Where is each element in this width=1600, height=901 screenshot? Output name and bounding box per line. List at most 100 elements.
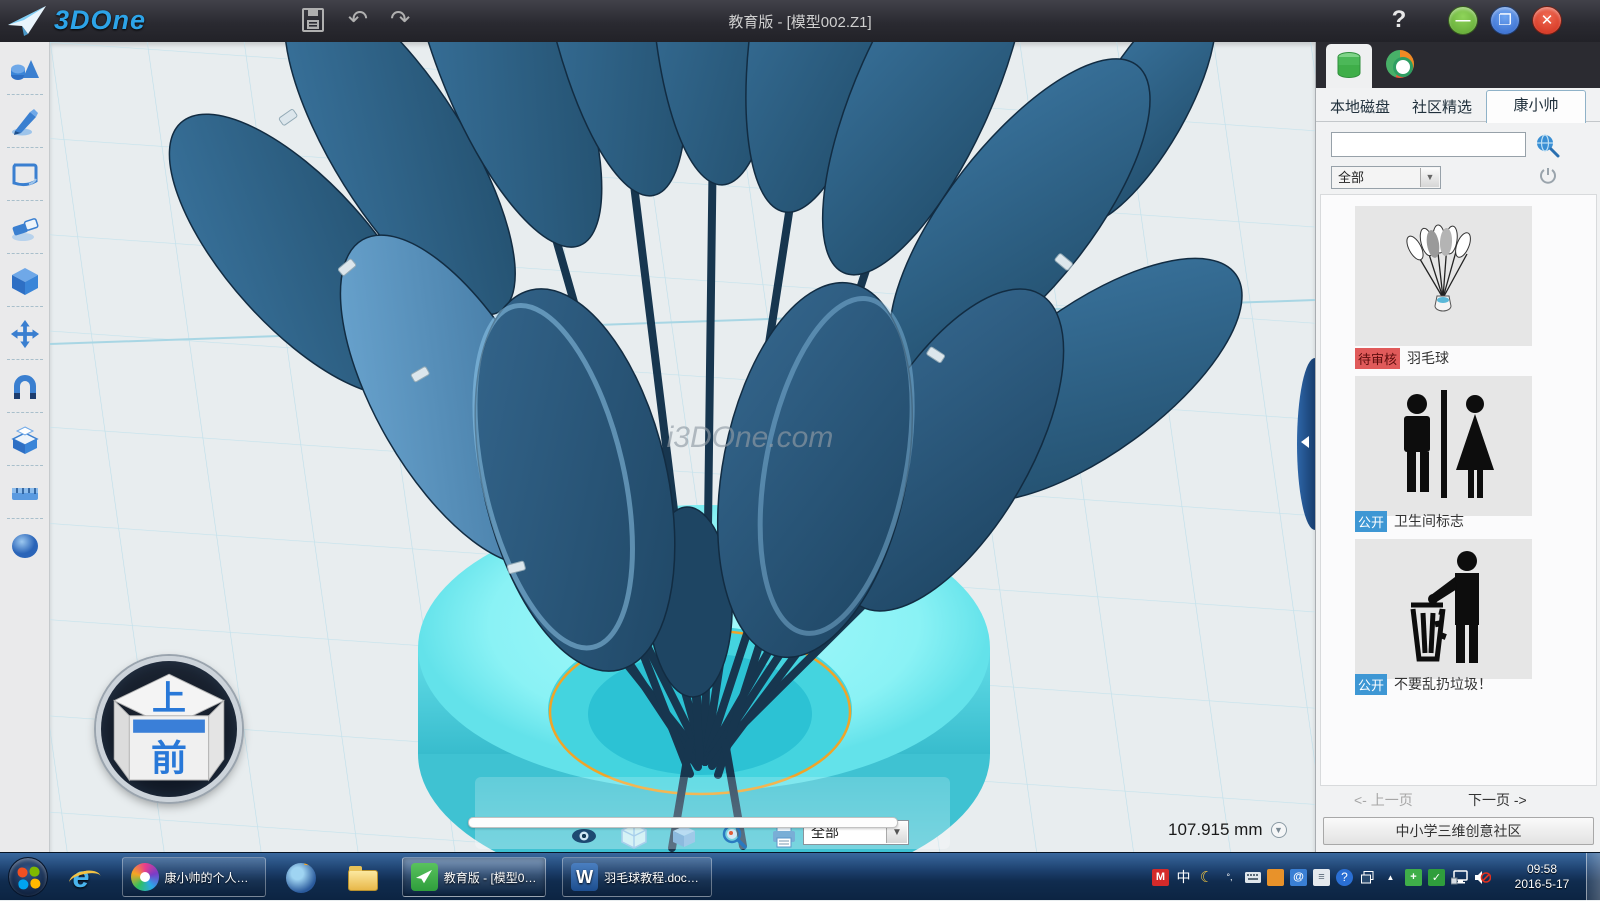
surface-icon [9, 160, 41, 190]
model-thumbnail-no-litter[interactable] [1355, 539, 1532, 679]
measurement-unit-toggle[interactable]: ▼ [1271, 822, 1287, 838]
prev-page-button[interactable]: <- 上一页 [1354, 790, 1413, 810]
maximize-button[interactable]: ❐ [1490, 6, 1520, 35]
model-thumbnail-shuttlecock[interactable] [1355, 206, 1532, 346]
pinwheel-browser-icon [131, 863, 159, 891]
refresh-power-icon[interactable] [1538, 166, 1558, 186]
viewport-scrollbar[interactable] [468, 817, 898, 828]
primitives-tool-button[interactable] [0, 42, 50, 95]
tray-shield-plus-icon[interactable]: + [1405, 869, 1422, 886]
move-tool-button[interactable] [0, 307, 50, 360]
search-globe-icon[interactable] [1534, 132, 1560, 158]
measurement-value: 107.915 mm [1168, 820, 1263, 840]
tray-restore-icon[interactable] [1359, 869, 1376, 886]
help-button[interactable]: ? [1386, 6, 1412, 34]
taskbar-personal-space[interactable]: 康小帅的个人创... [122, 857, 266, 897]
render-tool-button[interactable] [0, 519, 50, 572]
clock-date: 2016-5-17 [1503, 877, 1581, 892]
volume-muted-icon[interactable] [1474, 869, 1491, 886]
clock[interactable]: 09:58 2016-5-17 [1503, 862, 1581, 892]
view-cube-left-face[interactable] [114, 701, 129, 780]
magnet-icon [9, 372, 41, 402]
internet-explorer-icon: e [73, 861, 90, 895]
tab-user[interactable]: 康小帅 [1486, 90, 1586, 123]
app-logo-text: 3DOne [54, 5, 146, 36]
cube-sheet-icon [9, 425, 41, 455]
minimize-button[interactable]: — [1448, 6, 1478, 35]
app-logo: 3DOne [6, 3, 146, 37]
close-button[interactable]: ✕ [1532, 6, 1562, 35]
system-tray: M 中 ☾ °, @ ≡ ? ▲ + ✓ 09:58 2016-5-17 [1152, 853, 1581, 901]
taskbar-3done-active[interactable]: 教育版 - [模型00... [402, 857, 546, 897]
tray-m-icon[interactable]: M [1152, 869, 1169, 886]
tray-book-icon[interactable]: @ [1290, 869, 1307, 886]
model-item-row[interactable]: 待审核 羽毛球 [1355, 348, 1449, 368]
tab-local-disk[interactable]: 本地磁盘 [1330, 96, 1390, 117]
model-item-row[interactable]: 公开 不要乱扔垃圾！ [1355, 674, 1492, 694]
viewport-toolbar: 全部 ▼ [475, 777, 950, 849]
tray-shield-icon[interactable]: ✓ [1428, 869, 1445, 886]
library-tab[interactable] [1326, 44, 1372, 88]
measure-tool-button[interactable] [0, 466, 50, 519]
community-logo-icon [1386, 50, 1414, 78]
ime-punct-icon[interactable]: °, [1221, 869, 1238, 886]
window-title: 教育版 - [模型002.Z1] [600, 11, 1000, 32]
primitives-icon [9, 54, 41, 84]
pencil-icon [9, 107, 41, 137]
firefox-icon [286, 863, 316, 893]
tray-toolbox-icon[interactable] [1267, 869, 1284, 886]
folder-icon [348, 870, 378, 891]
panel-subtabs: 本地磁盘 社区精选 康小帅 [1316, 88, 1600, 122]
word-icon: W [571, 863, 598, 891]
tray-help-icon[interactable]: ? [1336, 869, 1353, 886]
3done-app-icon [411, 863, 438, 891]
watermark-text: i3DOne.com [667, 421, 834, 454]
measurement-readout: 107.915 mm ▼ [1168, 820, 1287, 840]
status-badge-public: 公开 [1355, 511, 1387, 532]
tray-doc-icon[interactable]: ≡ [1313, 869, 1330, 886]
save-button[interactable] [300, 6, 326, 34]
constraint-tool-button[interactable] [0, 360, 50, 413]
panel-filter-arrow[interactable]: ▼ [1420, 168, 1439, 187]
search-input[interactable] [1331, 132, 1526, 157]
undo-button[interactable]: ↶ [348, 6, 368, 34]
ime-keyboard-icon[interactable] [1244, 869, 1261, 886]
taskbar-explorer[interactable] [344, 860, 382, 896]
feature-tool-button[interactable] [0, 254, 50, 307]
start-button[interactable] [8, 857, 48, 897]
clock-time: 09:58 [1503, 862, 1581, 877]
ime-indicator[interactable]: 中 [1175, 869, 1192, 886]
model-name: 卫生间标志 [1394, 511, 1464, 531]
database-icon [1335, 51, 1363, 81]
taskbar-word[interactable]: W 羽毛球教程.docx ... [562, 857, 712, 897]
pagination: <- 上一页 下一页 -> [1316, 790, 1600, 812]
community-tab[interactable] [1386, 50, 1416, 80]
next-page-button[interactable]: 下一页 -> [1468, 790, 1527, 810]
viewport-3d[interactable]: i3DOne.com 上 前 [50, 42, 1315, 852]
model-thumbnail-restroom[interactable] [1355, 376, 1532, 516]
sketch-tool-button[interactable] [0, 95, 50, 148]
panel-filter-dropdown[interactable]: 全部 ▼ [1331, 166, 1441, 189]
view-cube-top-label: 上 [152, 680, 186, 718]
combine-tool-button[interactable] [0, 413, 50, 466]
tab-community-featured[interactable]: 社区精选 [1412, 96, 1472, 117]
ruler-icon [9, 478, 41, 508]
cube-icon [9, 266, 41, 296]
taskbar-ie[interactable]: e [62, 860, 100, 896]
taskbar-label: 羽毛球教程.docx ... [604, 869, 703, 886]
edit-tool-button[interactable] [0, 201, 50, 254]
sketch-edit-tool-button[interactable] [0, 148, 50, 201]
resource-panel: 本地磁盘 社区精选 康小帅 全部 ▼ [1315, 42, 1600, 852]
model-item-row[interactable]: 公开 卫生间标志 [1355, 511, 1464, 531]
network-icon[interactable] [1451, 869, 1468, 886]
tray-expand-icon[interactable]: ▲ [1382, 869, 1399, 886]
taskbar-label: 康小帅的个人创... [165, 869, 257, 886]
view-cube[interactable]: 上 前 [96, 656, 242, 802]
view-cube-front-label: 前 [151, 739, 187, 779]
title-bar: 3DOne ↶ ↷ 教育版 - [模型002.Z1] ? — ❐ ✕ [0, 0, 1600, 42]
show-desktop-button[interactable] [1586, 853, 1600, 901]
ime-moon-icon[interactable]: ☾ [1198, 869, 1215, 886]
community-site-button[interactable]: 中小学三维创意社区 [1323, 817, 1594, 845]
redo-button[interactable]: ↷ [390, 6, 410, 34]
taskbar-firefox[interactable] [282, 860, 320, 896]
